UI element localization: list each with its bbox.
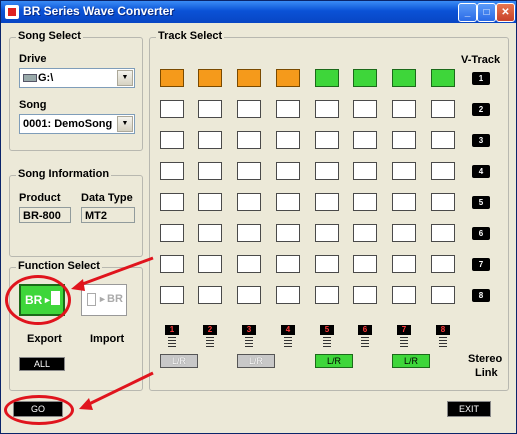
track-cell[interactable] [276, 69, 300, 87]
track-level-indicator [361, 337, 369, 348]
vtrack-number: 5 [472, 196, 490, 209]
vtrack-number: 4 [472, 165, 490, 178]
track-cell[interactable] [276, 100, 300, 118]
track-level-indicator [400, 337, 408, 348]
track-level-indicator [168, 337, 176, 348]
track-cell[interactable] [353, 193, 377, 211]
vtrack-number: 8 [472, 289, 490, 302]
track-cell[interactable] [392, 255, 416, 273]
track-cell[interactable] [392, 286, 416, 304]
track-cell[interactable] [315, 69, 339, 87]
track-number: 2 [203, 325, 217, 335]
track-cell[interactable] [198, 131, 222, 149]
track-cell[interactable] [392, 162, 416, 180]
track-level-indicator [439, 337, 447, 348]
stereo-link-button[interactable]: L/R [392, 354, 430, 368]
track-level-indicator [284, 337, 292, 348]
track-cell[interactable] [353, 286, 377, 304]
track-cell[interactable] [392, 193, 416, 211]
vtrack-number: 1 [472, 72, 490, 85]
track-cell[interactable] [198, 193, 222, 211]
app-window: BR Series Wave Converter _ □ ✕ Song Sele… [0, 0, 517, 434]
track-cell[interactable] [160, 255, 184, 273]
track-number: 4 [281, 325, 295, 335]
annotation-arrowhead [71, 279, 85, 291]
track-cell[interactable] [431, 255, 455, 273]
track-cell[interactable] [276, 193, 300, 211]
track-cell[interactable] [392, 224, 416, 242]
track-cell[interactable] [392, 69, 416, 87]
track-cell[interactable] [237, 69, 261, 87]
track-cell[interactable] [276, 224, 300, 242]
track-cell[interactable] [160, 69, 184, 87]
track-cell[interactable] [160, 224, 184, 242]
track-cell[interactable] [315, 100, 339, 118]
track-number: 6 [358, 325, 372, 335]
track-cell[interactable] [315, 286, 339, 304]
track-cell[interactable] [315, 255, 339, 273]
track-cell[interactable] [431, 69, 455, 87]
annotation-arrow-line [76, 256, 154, 288]
track-cell[interactable] [276, 255, 300, 273]
track-cell[interactable] [392, 131, 416, 149]
track-cell[interactable] [237, 286, 261, 304]
track-cell[interactable] [276, 286, 300, 304]
track-cell[interactable] [160, 193, 184, 211]
stereo-link-button[interactable]: L/R [237, 354, 275, 368]
track-cell[interactable] [392, 100, 416, 118]
track-number: 5 [320, 325, 334, 335]
track-cell[interactable] [353, 100, 377, 118]
track-number: 7 [397, 325, 411, 335]
track-cell[interactable] [160, 162, 184, 180]
annotation-arrow-line [86, 371, 154, 407]
track-cell[interactable] [198, 100, 222, 118]
track-cell[interactable] [315, 224, 339, 242]
track-cell[interactable] [431, 193, 455, 211]
track-cell[interactable] [160, 286, 184, 304]
track-cell[interactable] [353, 255, 377, 273]
track-cell[interactable] [353, 69, 377, 87]
track-cell[interactable] [431, 286, 455, 304]
track-cell[interactable] [431, 131, 455, 149]
track-cell[interactable] [198, 162, 222, 180]
track-cell[interactable] [431, 224, 455, 242]
track-cell[interactable] [353, 131, 377, 149]
track-cell[interactable] [198, 224, 222, 242]
track-cell[interactable] [237, 131, 261, 149]
vtrack-number: 7 [472, 258, 490, 271]
track-cell[interactable] [276, 162, 300, 180]
track-level-indicator [206, 337, 214, 348]
track-cell[interactable] [353, 162, 377, 180]
track-cell[interactable] [237, 162, 261, 180]
track-cell[interactable] [160, 131, 184, 149]
track-cell[interactable] [198, 69, 222, 87]
track-number: 3 [242, 325, 256, 335]
track-cell[interactable] [431, 162, 455, 180]
track-cell[interactable] [237, 255, 261, 273]
vtrack-number: 3 [472, 134, 490, 147]
track-level-indicator [323, 337, 331, 348]
track-level-indicator [245, 337, 253, 348]
annotation-arrows [71, 256, 154, 410]
track-number: 1 [165, 325, 179, 335]
vtrack-number: 6 [472, 227, 490, 240]
track-cell[interactable] [160, 100, 184, 118]
track-cell[interactable] [315, 193, 339, 211]
track-cell[interactable] [353, 224, 377, 242]
track-cell[interactable] [237, 100, 261, 118]
track-cell[interactable] [315, 131, 339, 149]
track-cell[interactable] [237, 224, 261, 242]
track-cell[interactable] [315, 162, 339, 180]
annotation-arrowhead [79, 398, 93, 410]
vtrack-number: 2 [472, 103, 490, 116]
track-number: 8 [436, 325, 450, 335]
track-cell[interactable] [431, 100, 455, 118]
stereo-link-button[interactable]: L/R [315, 354, 353, 368]
track-cell[interactable] [198, 255, 222, 273]
track-cell[interactable] [198, 286, 222, 304]
track-cell[interactable] [237, 193, 261, 211]
stereo-link-button[interactable]: L/R [160, 354, 198, 368]
track-cell[interactable] [276, 131, 300, 149]
